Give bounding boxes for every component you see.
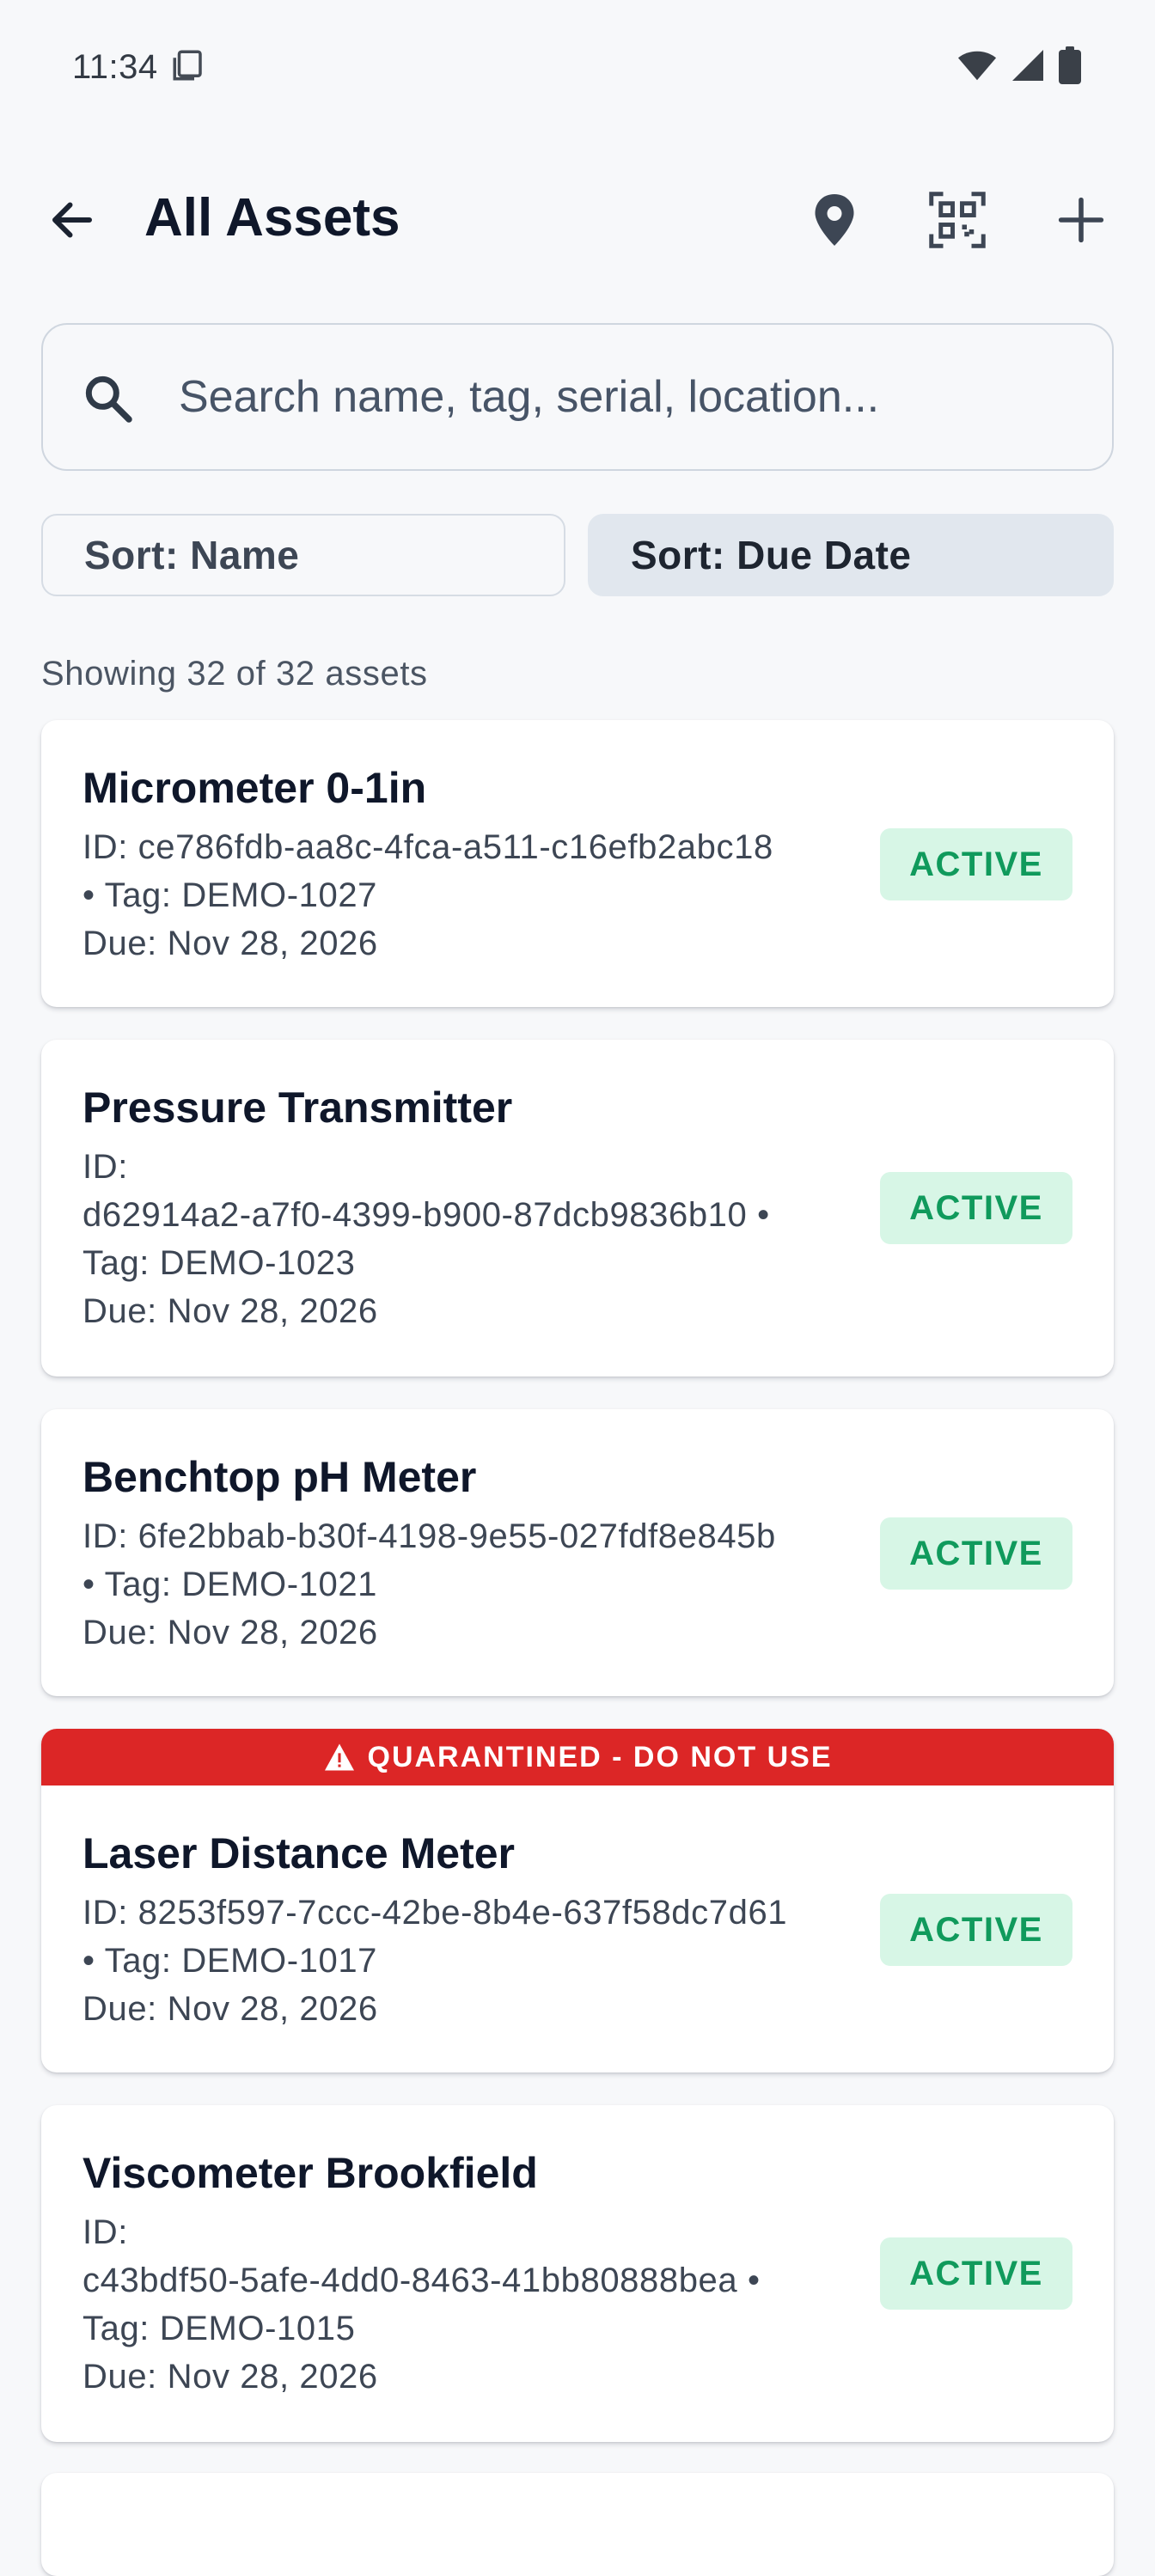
asset-due-date: Due: Nov 28, 2026 <box>82 2358 378 2396</box>
result-count: Showing 32 of 32 assets <box>41 655 428 693</box>
asset-name: Benchtop pH Meter <box>82 1453 477 1501</box>
qr-scan-icon <box>929 192 986 248</box>
asset-tag: • Tag: DEMO-1017 <box>82 1942 378 1980</box>
asset-meta: ID: 8253f597-7ccc-42be-8b4e-637f58dc7d61… <box>82 1889 856 2033</box>
status-bar: 11:34 <box>0 0 1155 134</box>
asset-card[interactable]: Micrometer 0-1in ID: ce786fdb-aa8c-4fca-… <box>41 720 1114 1007</box>
asset-id-label: ID: <box>82 1148 128 1186</box>
status-time: 11:34 <box>72 47 158 86</box>
arrow-back-icon <box>52 202 92 238</box>
asset-id: ID: ce786fdb-aa8c-4fca-a511-c16efb2abc18 <box>82 828 773 866</box>
sort-name-button[interactable]: Sort: Name <box>41 514 565 596</box>
asset-name: Micrometer 0-1in <box>82 764 427 812</box>
add-icon <box>1058 197 1104 243</box>
back-button[interactable] <box>41 189 103 251</box>
quarantine-banner: QUARANTINED - DO NOT USE <box>41 1729 1114 1785</box>
asset-tag: • Tag: DEMO-1021 <box>82 1566 378 1603</box>
asset-due-date: Due: Nov 28, 2026 <box>82 1614 378 1651</box>
asset-due-date: Due: Nov 28, 2026 <box>82 1292 378 1330</box>
status-left: 11:34 <box>72 47 206 88</box>
app-bar: All Assets <box>0 155 1155 284</box>
asset-tag: Tag: DEMO-1015 <box>82 2310 356 2347</box>
asset-due-date: Due: Nov 28, 2026 <box>82 1990 378 2028</box>
asset-meta: ID: ce786fdb-aa8c-4fca-a511-c16efb2abc18… <box>82 823 856 968</box>
asset-id: ID: 8253f597-7ccc-42be-8b4e-637f58dc7d61 <box>82 1894 788 1932</box>
status-badge: ACTIVE <box>880 1172 1072 1244</box>
signal-icon <box>1011 48 1045 87</box>
battery-icon <box>1059 46 1081 89</box>
warning-icon <box>324 1743 354 1771</box>
asset-id: d62914a2-a7f0-4399-b900-87dcb9836b10 • <box>82 1196 770 1234</box>
search-icon <box>85 375 132 423</box>
asset-name: Pressure Transmitter <box>82 1084 513 1132</box>
status-badge: ACTIVE <box>880 2237 1072 2310</box>
search-input[interactable] <box>177 325 1088 469</box>
location-button[interactable] <box>800 186 869 254</box>
page-title: All Assets <box>144 188 400 247</box>
wifi-icon <box>957 48 997 87</box>
status-badge: ACTIVE <box>880 1894 1072 1966</box>
location-pin-icon <box>815 194 854 246</box>
asset-tag: • Tag: DEMO-1027 <box>82 876 378 914</box>
asset-id: ID: 6fe2bbab-b30f-4198-9e55-027fdf8e845b <box>82 1517 776 1555</box>
status-badge: ACTIVE <box>880 828 1072 900</box>
search-box <box>41 323 1114 471</box>
add-button[interactable] <box>1047 186 1115 254</box>
asset-card[interactable]: Benchtop pH Meter ID: 6fe2bbab-b30f-4198… <box>41 1409 1114 1696</box>
asset-id-label: ID: <box>82 2213 128 2251</box>
qr-scan-button[interactable] <box>923 186 992 254</box>
asset-name: Viscometer Brookfield <box>82 2149 538 2197</box>
status-badge: ACTIVE <box>880 1517 1072 1590</box>
asset-card[interactable]: Viscometer Brookfield ID: c43bdf50-5afe-… <box>41 2105 1114 2442</box>
asset-meta: ID: c43bdf50-5afe-4dd0-8463-41bb80888bea… <box>82 2208 856 2401</box>
status-right <box>957 46 1081 89</box>
asset-card[interactable]: QUARANTINED - DO NOT USE Laser Distance … <box>41 1729 1114 2072</box>
asset-id: c43bdf50-5afe-4dd0-8463-41bb80888bea • <box>82 2262 761 2299</box>
asset-meta: ID: d62914a2-a7f0-4399-b900-87dcb9836b10… <box>82 1143 856 1335</box>
asset-card[interactable]: Pressure Transmitter ID: d62914a2-a7f0-4… <box>41 1040 1114 1377</box>
screenshot-icon <box>170 47 206 88</box>
asset-card[interactable] <box>41 2473 1114 2576</box>
asset-meta: ID: 6fe2bbab-b30f-4198-9e55-027fdf8e845b… <box>82 1512 856 1657</box>
quarantine-text: QUARANTINED - DO NOT USE <box>367 1740 833 1773</box>
asset-tag: Tag: DEMO-1023 <box>82 1244 356 1282</box>
asset-due-date: Due: Nov 28, 2026 <box>82 925 378 962</box>
sort-due-date-button[interactable]: Sort: Due Date <box>588 514 1114 596</box>
asset-name: Laser Distance Meter <box>82 1829 516 1877</box>
